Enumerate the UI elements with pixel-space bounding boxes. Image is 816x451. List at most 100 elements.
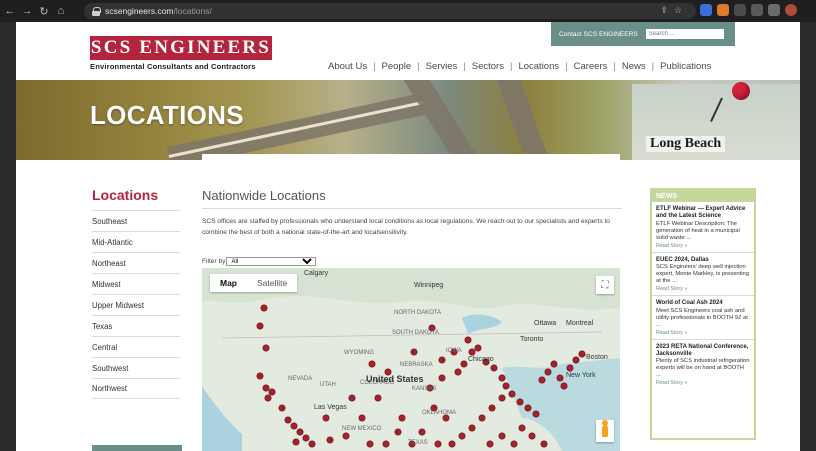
location-marker[interactable] [438,356,446,364]
location-marker[interactable] [498,432,506,440]
nav-sectors[interactable]: Sectors [472,61,504,72]
location-marker[interactable] [528,432,536,440]
location-marker[interactable] [508,390,516,398]
location-marker[interactable] [544,368,552,376]
location-marker[interactable] [322,414,330,422]
nav-people[interactable]: People [382,61,412,72]
back-arrow-icon[interactable]: ← [3,5,17,17]
extension-gray-icon[interactable] [734,4,746,16]
nav-careers[interactable]: Careers [574,61,608,72]
location-marker[interactable] [498,394,506,402]
location-marker[interactable] [262,344,270,352]
location-marker[interactable] [260,304,268,312]
location-marker[interactable] [348,394,356,402]
read-story-link[interactable]: Read Story » [656,243,750,249]
location-marker[interactable] [468,424,476,432]
location-marker[interactable] [518,424,526,432]
location-marker[interactable] [398,414,406,422]
sidebar-cta-button[interactable] [92,445,182,451]
extension-blue-icon[interactable] [700,4,712,16]
map-toggle-satellite[interactable]: Satellite [247,274,297,292]
location-marker[interactable] [394,428,402,436]
nav-news[interactable]: News [622,61,646,72]
location-marker[interactable] [434,440,442,448]
location-marker[interactable] [368,360,376,368]
locations-map[interactable]: Map Satellite ⛶ Calgary Winnipeg Ottawa … [202,268,620,451]
location-marker[interactable] [382,440,390,448]
sidebar-item-northeast[interactable]: Northeast [92,252,180,273]
read-story-link[interactable]: Read Story » [656,286,750,292]
sidebar-item-midwest[interactable]: Midwest [92,273,180,294]
location-marker[interactable] [572,356,580,364]
location-marker[interactable] [308,440,316,448]
location-marker[interactable] [486,440,494,448]
sidebar-item-southwest[interactable]: Southwest [92,357,180,378]
news-item-title[interactable]: World of Coal Ash 2024 [656,300,750,307]
location-marker[interactable] [458,432,466,440]
extension-orange-icon[interactable] [717,4,729,16]
map-toggle-map[interactable]: Map [210,274,247,292]
nav-services[interactable]: Servies [426,61,458,72]
sidebar-item-northwest[interactable]: Northwest [92,378,180,399]
location-marker[interactable] [284,416,292,424]
location-marker[interactable] [262,384,270,392]
location-marker[interactable] [454,368,462,376]
news-item-title[interactable]: 2023 RETA National Conference, Jacksonvi… [656,344,750,359]
location-marker[interactable] [460,360,468,368]
address-bar[interactable]: scsengineers.com/locations/ ⇪ ☆ [84,3,696,19]
forward-arrow-icon[interactable]: → [20,5,34,17]
filter-select[interactable]: All [226,257,317,266]
profile-avatar[interactable] [785,4,797,16]
location-marker[interactable] [490,364,498,372]
location-marker[interactable] [468,348,476,356]
location-marker[interactable] [268,388,276,396]
nav-locations[interactable]: Locations [518,61,559,72]
news-item-title[interactable]: EUEC 2024, Dallas [656,257,750,264]
sidebar-item-central[interactable]: Central [92,336,180,357]
location-marker[interactable] [524,404,532,412]
location-marker[interactable] [438,374,446,382]
nav-publications[interactable]: Publications [660,61,711,72]
location-marker[interactable] [418,428,426,436]
sidebar-item-upper-midwest[interactable]: Upper Midwest [92,294,180,315]
location-marker[interactable] [264,394,272,402]
sidebar-item-mid-atlantic[interactable]: Mid-Atlantic [92,231,180,252]
location-marker[interactable] [498,374,506,382]
location-marker[interactable] [278,404,286,412]
location-marker[interactable] [532,410,540,418]
location-marker[interactable] [410,348,418,356]
reload-icon[interactable]: ↻ [37,5,51,18]
location-marker[interactable] [292,438,300,446]
location-marker[interactable] [488,404,496,412]
location-marker[interactable] [448,440,456,448]
location-marker[interactable] [516,398,524,406]
location-marker[interactable] [560,382,568,390]
search-input[interactable] [645,29,724,39]
share-icon[interactable]: ⇪ [660,5,668,16]
location-marker[interactable] [566,364,574,372]
location-marker[interactable] [474,344,482,352]
news-item-title[interactable]: ETLF Webinar — Expert Advice and the Lat… [656,206,750,221]
location-marker[interactable] [464,336,472,344]
nav-about-us[interactable]: About Us [328,61,367,72]
location-marker[interactable] [302,434,310,442]
sidebar-toggle-icon[interactable] [768,4,780,16]
location-marker[interactable] [510,440,518,448]
home-icon[interactable]: ⌂ [54,5,68,17]
location-marker[interactable] [290,422,298,430]
location-marker[interactable] [550,360,558,368]
location-marker[interactable] [256,322,264,330]
puzzle-icon[interactable] [751,4,763,16]
sidebar-item-southeast[interactable]: Southeast [92,210,180,231]
location-marker[interactable] [366,440,374,448]
location-marker[interactable] [538,376,546,384]
location-marker[interactable] [256,372,264,380]
read-story-link[interactable]: Read Story » [656,380,750,386]
street-view-pegman-icon[interactable] [596,420,614,442]
location-marker[interactable] [358,414,366,422]
location-marker[interactable] [502,382,510,390]
fullscreen-icon[interactable]: ⛶ [596,276,614,294]
contact-link[interactable]: Contact SCS ENGINEERS [559,31,638,38]
location-marker[interactable] [540,440,548,448]
location-marker[interactable] [326,436,334,444]
